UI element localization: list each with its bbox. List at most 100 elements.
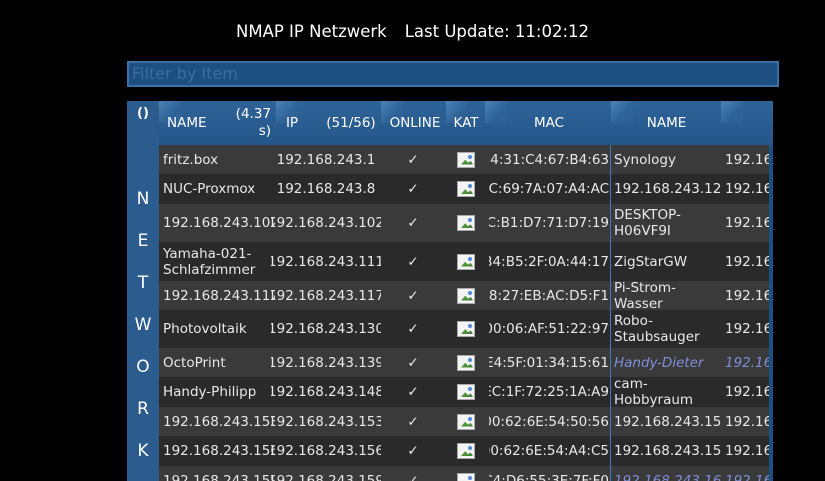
online-check: ✓ [407, 443, 419, 459]
host-name: 192.168.243.156 [163, 443, 275, 459]
host-name: NUC-Proxmox [163, 181, 256, 197]
header-kat[interactable]: KAT [449, 101, 483, 145]
host-mac: C4:D6:55:3E:7F:F0 [489, 473, 609, 481]
host-ip: 192.168.243.1 [276, 151, 376, 168]
host-mac: 1C:69:7A:07:A4:AC [489, 181, 609, 197]
host-name-2: 192.168.243.154 [614, 413, 722, 430]
table-row[interactable]: 192.168.243.153 192.168.243.153 ✓ 00:62:6E:… [159, 407, 773, 436]
header-mac[interactable]: MAC [489, 101, 609, 145]
category-image-icon [447, 242, 485, 281]
online-check: ✓ [407, 384, 419, 400]
sidebar-letter: E [137, 231, 149, 251]
category-image-icon [447, 377, 485, 407]
table-row[interactable]: NUC-Proxmox 192.168.243.8 ✓ 1C:69:7A:07:A4:… [159, 174, 773, 204]
host-name: fritz.box [163, 151, 219, 168]
table-row[interactable]: 192.168.243.159 192.168.243.159 ✓ C4:D6:55:… [159, 466, 773, 481]
online-check: ✓ [407, 181, 419, 197]
column-divider [610, 145, 611, 481]
host-ip: 192.168.243.102 [271, 215, 381, 231]
table-row[interactable]: Yamaha-021-Schlafzimmer 192.168.243.111 ✓ B… [159, 242, 773, 281]
host-ip: 192.168.243.139 [271, 354, 381, 371]
host-mac: 00:06:AF:51:22:97 [489, 321, 609, 337]
host-ip-2: 192.168 [725, 181, 773, 197]
sidebar-letter: N [136, 189, 150, 209]
host-name: 192.168.243.153 [163, 413, 275, 430]
network-sidebar: () N E T W O R K [127, 101, 159, 481]
host-ip-2: 192.168 [725, 413, 773, 430]
host-name-2: 192.168.243.12 [614, 181, 722, 197]
network-table: NAME (4.37 s) IP (51/56) ONLINE KAT MAC … [159, 101, 773, 481]
host-ip: 192.168.243.8 [276, 181, 376, 197]
host-name: 192.168.243.102 [163, 215, 275, 231]
host-mac: 00:62:6E:54:50:56 [489, 413, 609, 430]
host-ip: 192.168.243.111 [271, 253, 381, 270]
last-update-label: Last Update: 11:02:12 [404, 22, 589, 41]
host-name: Photovoltaik [163, 321, 247, 337]
host-ip-2: 192.168 [725, 287, 773, 304]
header-ip[interactable]: IP [279, 101, 305, 145]
header-name-2[interactable]: NAME [614, 101, 719, 145]
sidebar-letter: K [137, 441, 149, 461]
table-row[interactable]: Photovoltaik 192.168.243.130 ✓ 00:06:AF:51:… [159, 310, 773, 348]
table-header: NAME (4.37 s) IP (51/56) ONLINE KAT MAC … [159, 101, 773, 145]
category-image-icon [447, 145, 485, 174]
refresh-icon[interactable]: () [127, 106, 159, 121]
filter-input[interactable] [127, 61, 779, 87]
host-name-2: Pi-Strom-Wasser [614, 281, 676, 310]
page-title: NMAP IP Netzwerk [235, 22, 387, 41]
host-ip-2: 192.168 [725, 443, 773, 459]
host-name: 192.168.243.159 [163, 473, 275, 481]
table-row[interactable]: 192.168.243.117 192.168.243.117 ✓ B8:27:EB:… [159, 281, 773, 310]
host-name: Yamaha-021-Schlafzimmer [163, 245, 256, 278]
table-row[interactable]: OctoPrint 192.168.243.139 ✓ E4:5F:01:34:15:… [159, 348, 773, 377]
host-ip-2: 192.168 [725, 151, 773, 168]
sidebar-letter: T [137, 273, 149, 293]
category-image-icon [447, 310, 485, 348]
table-row[interactable]: 192.168.243.156 192.168.243.156 ✓ 00:62:6E:… [159, 436, 773, 466]
host-ip: 192.168.243.153 [271, 413, 381, 430]
sidebar-letter: R [137, 399, 149, 419]
header-name[interactable]: NAME [167, 101, 212, 145]
table-scrollbar[interactable] [769, 145, 773, 481]
online-check: ✓ [407, 354, 419, 371]
host-name-2: 192.168.243.157 [614, 443, 722, 459]
host-mac: EC:B1:D7:71:D7:19 [489, 215, 609, 231]
category-image-icon [447, 174, 485, 204]
category-image-icon [447, 436, 485, 466]
host-mac: B4:B5:2F:0A:44:17 [489, 253, 609, 270]
header-online[interactable]: ONLINE [385, 101, 445, 145]
page-header: NMAP IP Netzwerk Last Update: 11:02:12 [0, 22, 825, 41]
host-mac: E4:5F:01:34:15:61 [489, 354, 609, 371]
category-image-icon [447, 204, 485, 242]
sidebar-letter: W [134, 315, 152, 335]
host-ip-2: 192.168 [725, 215, 773, 231]
host-mac: B8:27:EB:AC:D5:F1 [489, 287, 609, 304]
header-ip-count: (51/56) [326, 115, 376, 131]
host-ip-2: 192.168 [725, 473, 773, 481]
host-ip: 192.168.243.156 [271, 443, 381, 459]
host-name: 192.168.243.117 [163, 287, 275, 304]
category-image-icon [447, 348, 485, 377]
online-check: ✓ [407, 473, 419, 481]
host-mac: EC:1F:72:25:1A:A9 [489, 384, 609, 400]
online-check: ✓ [407, 151, 419, 168]
host-ip: 192.168.243.130 [271, 321, 381, 337]
online-check: ✓ [407, 215, 419, 231]
host-name: Handy-Philipp [163, 384, 257, 400]
sidebar-letter: O [136, 357, 150, 377]
table-row[interactable]: 192.168.243.102 192.168.243.102 ✓ EC:B1:D7:… [159, 204, 773, 242]
host-name-2: cam-Hobbyraum [614, 377, 694, 407]
host-name-2: ZigStarGW [614, 253, 688, 270]
online-check: ✓ [407, 253, 419, 270]
host-name-2: DESKTOP-H06VF9I [614, 207, 681, 239]
category-image-icon [447, 466, 485, 481]
category-image-icon [447, 281, 485, 310]
online-check: ✓ [407, 413, 419, 430]
host-ip-2: 192.168 [725, 253, 773, 270]
table-row[interactable]: fritz.box 192.168.243.1 ✓ 34:31:C4:67:B4:63… [159, 145, 773, 174]
header-scan-time: (4.37 s) [235, 106, 271, 139]
host-ip: 192.168.243.117 [271, 287, 381, 304]
category-image-icon [447, 407, 485, 436]
table-row[interactable]: Handy-Philipp 192.168.243.148 ✓ EC:1F:72:25… [159, 377, 773, 407]
host-ip-2: 192.168 [725, 321, 773, 337]
